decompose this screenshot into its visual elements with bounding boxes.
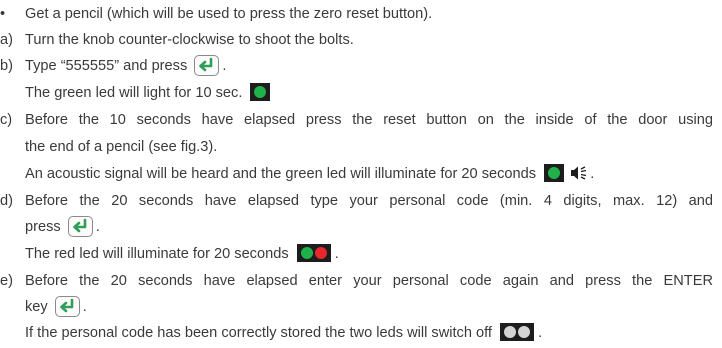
item-text-row: The green led will light for 10 sec.	[25, 80, 271, 106]
item-text: Before the 20 seconds have elapsed enter…	[25, 273, 713, 289]
enter-key-icon	[54, 295, 80, 317]
item-marker: e)	[0, 273, 13, 289]
item-text: Type “555555” and press	[25, 58, 188, 74]
item-text-row: The red led will illuminate for 20 secon…	[25, 241, 339, 267]
speaker-icon	[571, 166, 587, 180]
item-marker: a)	[0, 32, 13, 48]
item-text: press	[25, 219, 61, 235]
enter-key-icon	[194, 54, 220, 76]
item-text-row: press .	[25, 214, 100, 240]
item-marker: d)	[0, 193, 13, 209]
item-text-end: .	[538, 325, 543, 341]
item-text-end: .	[95, 219, 100, 235]
item-text-row: key .	[25, 294, 87, 320]
item-marker: •	[0, 6, 6, 22]
item-text: key	[25, 299, 48, 315]
item-text-end: .	[334, 246, 339, 262]
item-text-end: .	[222, 58, 227, 74]
item-text: If the personal code has been correctly …	[25, 325, 492, 341]
item-text-end: .	[590, 166, 595, 182]
item-text: Get a pencil (which will be used to pres…	[25, 6, 433, 22]
item-text: Before the 10 seconds have elapsed press…	[25, 112, 713, 128]
red-green-led-icon	[296, 244, 331, 263]
item-marker: b)	[0, 58, 13, 74]
item-text-row: Type “555555” and press .	[25, 53, 226, 79]
item-text: Turn the knob counter-clockwise to shoot…	[25, 32, 354, 48]
item-text: The red led will illuminate for 20 secon…	[25, 246, 289, 262]
item-text: The green led will light for 10 sec.	[25, 85, 243, 101]
item-text: Before the 20 seconds have elapsed type …	[25, 193, 713, 209]
instruction-list: • Get a pencil (which will be used to pr…	[0, 0, 722, 348]
enter-key-icon	[67, 215, 93, 237]
item-text: the end of a pencil (see fig.3).	[25, 139, 218, 155]
green-led-icon	[250, 83, 271, 102]
leds-off-icon	[500, 323, 535, 342]
item-text-row: If the personal code has been correctly …	[25, 320, 542, 346]
green-led-icon	[544, 164, 565, 183]
item-marker: c)	[0, 112, 13, 128]
item-text-row: An acoustic signal will be heard and the…	[25, 161, 594, 187]
item-text: An acoustic signal will be heard and the…	[25, 166, 537, 182]
item-text-end: .	[82, 299, 87, 315]
